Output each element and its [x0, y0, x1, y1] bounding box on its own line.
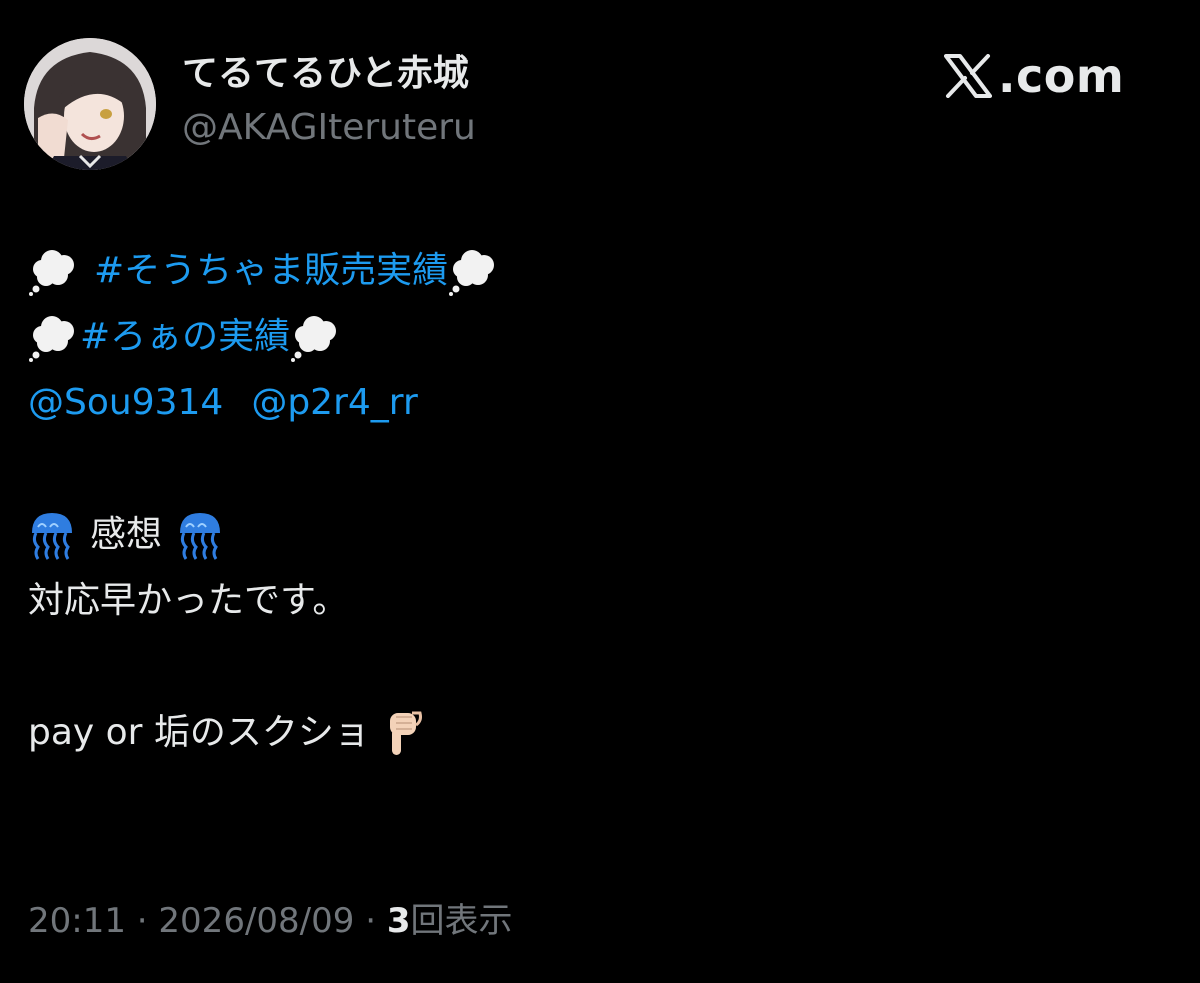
jellyfish-icon — [28, 509, 76, 561]
closing-text: pay or 垢のスクショ — [28, 712, 370, 753]
avatar[interactable] — [24, 38, 156, 170]
section-label: 感想 — [90, 514, 163, 555]
mention-link-1[interactable]: @Sou9314 — [28, 370, 223, 436]
tweet-card: てるてるひと赤城 @AKAGIteruteru .com #そうちゃま販売実績 … — [0, 0, 1200, 983]
comment-text: 対応早かったです。 — [28, 580, 349, 621]
jellyfish-icon — [176, 509, 224, 561]
separator: · — [365, 901, 377, 941]
comment-line: 対応早かったです。 — [28, 568, 1168, 634]
mention-line: @Sou9314 @p2r4_rr — [28, 370, 1168, 436]
thought-balloon-icon — [290, 311, 342, 363]
hashtag-line-2: #ろぁの実績 — [28, 304, 1168, 370]
tweet-metadata: 20:11 · 2026/08/09 · 3回表示 — [28, 896, 513, 946]
thought-balloon-icon — [28, 311, 80, 363]
closing-line: pay or 垢のスクショ — [28, 700, 1168, 766]
mention-link-2[interactable]: @p2r4_rr — [251, 370, 417, 436]
section-heading-line: 感想 — [28, 502, 1168, 568]
tweet-time[interactable]: 20:11 — [28, 901, 126, 941]
hashtag-link-2[interactable]: #ろぁの実績 — [80, 304, 290, 370]
view-count: 3 — [386, 901, 411, 941]
x-com-suffix: .com — [998, 49, 1125, 103]
tweet-text: #そうちゃま販売実績 #ろぁの実績 @Sou9314 @p2r4_rr 感想 対… — [28, 238, 1168, 766]
thought-balloon-icon — [28, 245, 80, 297]
display-name[interactable]: てるてるひと赤城 — [182, 52, 469, 96]
user-handle[interactable]: @AKAGIteruteru — [182, 106, 476, 150]
tweet-date[interactable]: 2026/08/09 — [158, 901, 354, 941]
separator: · — [136, 901, 148, 941]
x-logo-icon — [944, 54, 992, 98]
x-com-logo: .com — [944, 50, 1124, 102]
view-label: 回表示 — [410, 901, 513, 941]
hashtag-link-1[interactable]: #そうちゃま販売実績 — [94, 238, 448, 304]
thought-balloon-icon — [448, 245, 500, 297]
pointing-down-icon — [384, 707, 424, 759]
hashtag-line-1: #そうちゃま販売実績 — [28, 238, 1168, 304]
